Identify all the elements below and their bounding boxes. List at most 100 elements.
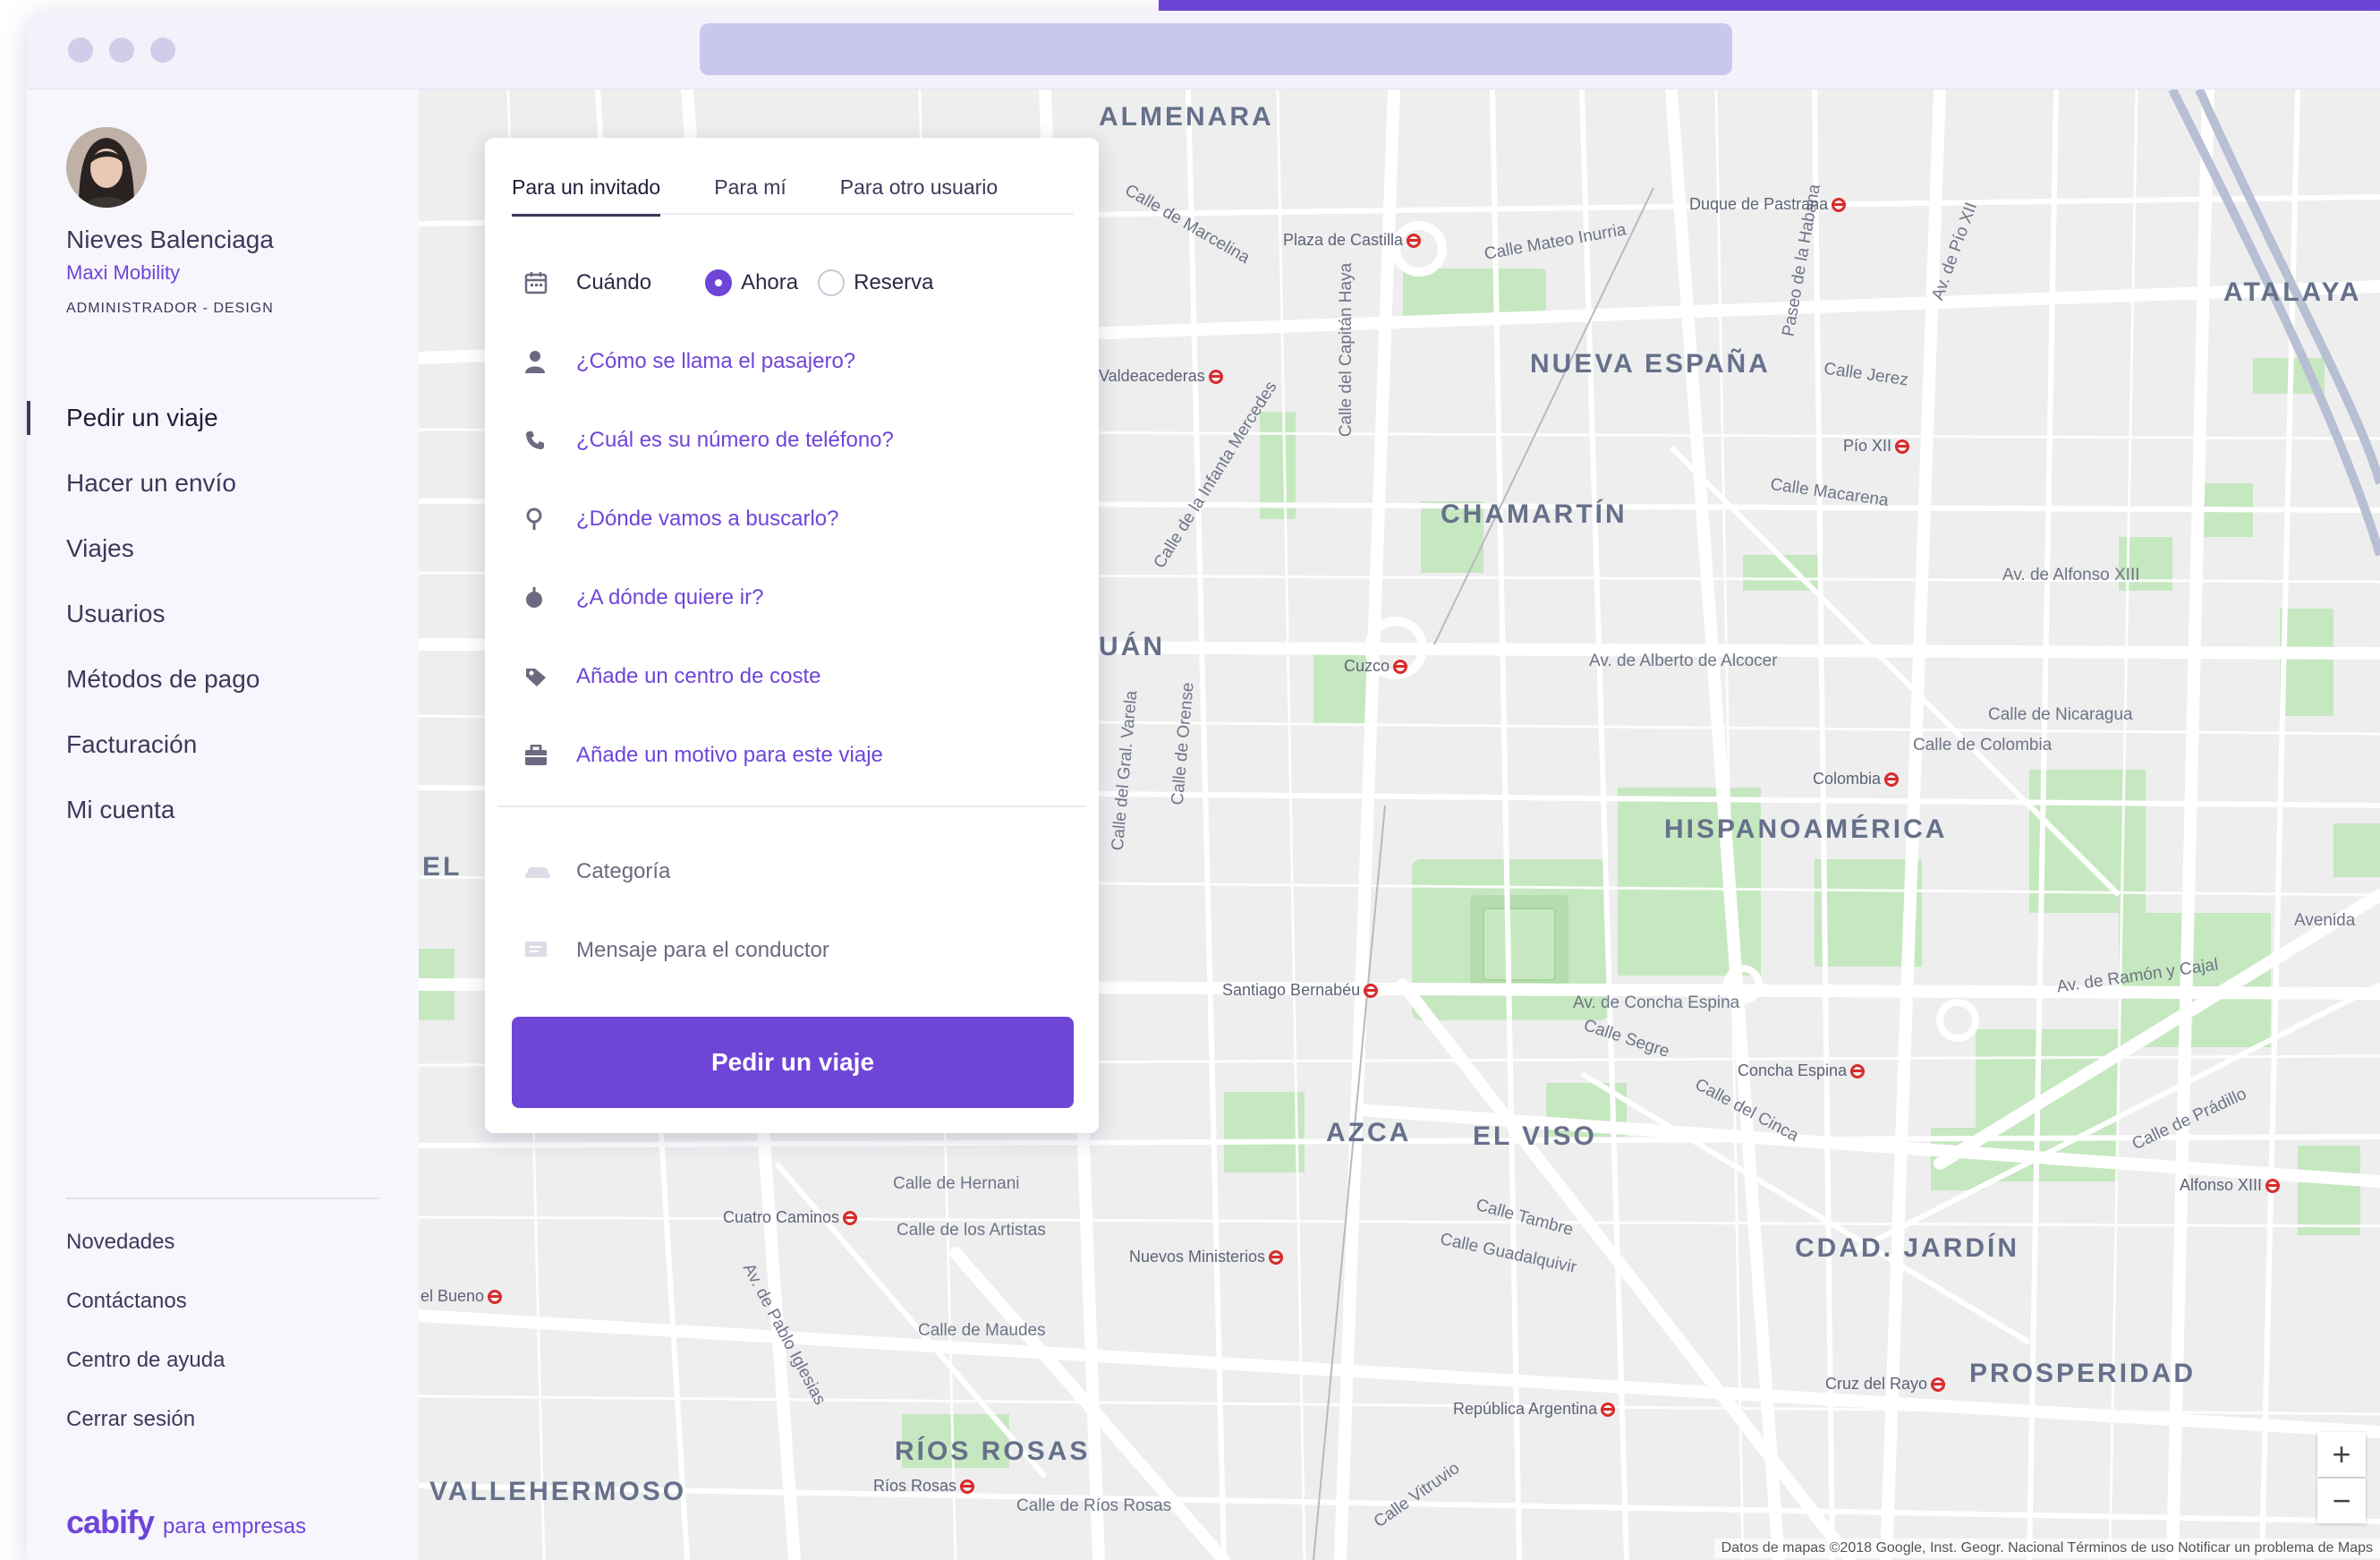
user-company: Maxi Mobility xyxy=(66,261,181,284)
phone-row[interactable]: ¿Cuál es su número de teléfono? xyxy=(512,413,1074,467)
passenger-name-field[interactable]: ¿Cómo se llama el pasajero? xyxy=(576,349,855,374)
metro-icon xyxy=(1269,1249,1284,1265)
request-ride-button[interactable]: Pedir un viaje xyxy=(512,1017,1074,1108)
user-name: Nieves Balenciaga xyxy=(66,226,274,253)
metro-station-cuatro-caminos[interactable]: Cuatro Caminos xyxy=(723,1208,858,1227)
sidebar-item-mi-cuenta[interactable]: Mi cuenta xyxy=(27,777,419,842)
driver-message-row[interactable]: Mensaje para el conductor xyxy=(512,924,1074,977)
metro-station-colombia[interactable]: Colombia xyxy=(1813,770,1900,789)
metro-station-santiago-bernabeu[interactable]: Santiago Bernabéu xyxy=(1222,981,1379,1000)
metro-station-alfonso-xiii[interactable]: Alfonso XIII xyxy=(2180,1176,2281,1195)
metro-station-label: Alfonso XIII xyxy=(2180,1176,2263,1194)
metro-icon xyxy=(1895,439,1910,454)
briefcase-icon xyxy=(512,745,576,766)
metro-icon xyxy=(1601,1402,1616,1417)
metro-station-cuzco[interactable]: Cuzco xyxy=(1344,657,1408,676)
driver-message-field[interactable]: Mensaje para el conductor xyxy=(576,938,829,963)
map-district-label: NUEVA ESPAÑA xyxy=(1530,349,1771,379)
sidebar-item-facturacion[interactable]: Facturación xyxy=(27,712,419,777)
map-district-label: CDAD. JARDÍN xyxy=(1795,1233,2020,1263)
when-row: Cuándo Ahora Reserva xyxy=(512,256,1074,310)
radio-ahora-label: Ahora xyxy=(741,270,799,294)
tab-para-un-invitado[interactable]: Para un invitado xyxy=(512,165,661,217)
footer-item-cerrar-sesion[interactable]: Cerrar sesión xyxy=(66,1390,225,1449)
avatar[interactable] xyxy=(66,127,147,208)
trip-reason-row[interactable]: Añade un motivo para este viaje xyxy=(512,729,1074,782)
window-minimize-dot[interactable] xyxy=(109,38,134,63)
person-icon xyxy=(512,350,576,373)
metro-station-el-bueno[interactable]: el Bueno xyxy=(421,1287,503,1306)
radio-ahora[interactable]: Ahora xyxy=(705,269,798,296)
destination-field[interactable]: ¿A dónde quiere ir? xyxy=(576,585,763,610)
metro-station-label: Duque de Pastrana xyxy=(1689,195,1829,213)
radio-ahora-circle[interactable] xyxy=(705,269,733,296)
category-field[interactable]: Categoría xyxy=(576,859,670,884)
metro-station-label: Cruz del Rayo xyxy=(1825,1375,1928,1393)
browser-titlebar xyxy=(27,11,2380,90)
metro-station-label: Concha Espina xyxy=(1738,1061,1848,1079)
sidebar-item-metodos-pago[interactable]: Métodos de pago xyxy=(27,646,419,712)
metro-station-label: Santiago Bernabéu xyxy=(1222,981,1361,999)
tab-para-otro-usuario[interactable]: Para otro usuario xyxy=(840,165,998,215)
radio-reserva-circle[interactable] xyxy=(818,269,846,296)
radio-reserva[interactable]: Reserva xyxy=(818,269,934,296)
map-street-label: Av. de Alfonso XIII xyxy=(2002,566,2140,584)
tab-para-mi[interactable]: Para mí xyxy=(714,165,786,215)
tag-icon xyxy=(512,666,576,687)
sidebar-item-viajes[interactable]: Viajes xyxy=(27,516,419,581)
brand-logo[interactable]: cabify para empresas xyxy=(66,1504,306,1541)
metro-station-cruz-del-rayo[interactable]: Cruz del Rayo xyxy=(1825,1375,1946,1394)
window-close-dot[interactable] xyxy=(68,38,93,63)
map-district-label: EL VISO xyxy=(1473,1121,1597,1151)
phone-field[interactable]: ¿Cuál es su número de teléfono? xyxy=(576,428,894,453)
user-role: ADMINISTRADOR - DESIGN xyxy=(66,301,274,316)
map-street-label: Calle de Ríos Rosas xyxy=(1016,1496,1172,1515)
metro-icon xyxy=(488,1289,503,1304)
metro-icon xyxy=(2265,1178,2281,1193)
metro-station-nuevos-ministerios[interactable]: Nuevos Ministerios xyxy=(1129,1248,1284,1266)
sidebar-item-hacer-envio[interactable]: Hacer un envío xyxy=(27,450,419,516)
address-bar[interactable] xyxy=(700,23,1732,75)
map-district-label: ALMENARA xyxy=(1099,102,1274,132)
location-pin-icon xyxy=(512,507,576,531)
map-street-label: Calle de Colombia xyxy=(1913,736,2053,754)
map-street-label: Calle de Nicaragua xyxy=(1988,705,2133,724)
zoom-in-button[interactable]: + xyxy=(2317,1432,2366,1477)
map-street-label: Calle de Hernani xyxy=(893,1174,1020,1193)
metro-station-pio-xii[interactable]: Pío XII xyxy=(1843,437,1910,456)
map-district-label: EL xyxy=(422,852,463,882)
map-attribution[interactable]: Datos de mapas ©2018 Google, Inst. Geogr… xyxy=(1713,1539,2380,1558)
passenger-name-row[interactable]: ¿Cómo se llama el pasajero? xyxy=(512,335,1074,388)
metro-station-label: Valdeacederas xyxy=(1099,367,1205,385)
map-street-label: Calle del Capitán Haya xyxy=(1337,262,1356,438)
map-district-label: HISPANOAMÉRICA xyxy=(1664,814,1948,844)
phone-icon xyxy=(512,430,576,451)
sidebar-item-usuarios[interactable]: Usuarios xyxy=(27,581,419,646)
footer-item-centro-ayuda[interactable]: Centro de ayuda xyxy=(66,1331,225,1390)
browser-window: Nieves Balenciaga Maxi Mobility ADMINIST… xyxy=(27,11,2380,1560)
pickup-row[interactable]: ¿Dónde vamos a buscarlo? xyxy=(512,492,1074,546)
footer-item-novedades[interactable]: Novedades xyxy=(66,1213,225,1272)
metro-station-republica-argentina[interactable]: República Argentina xyxy=(1453,1400,1616,1419)
metro-station-duque-pastrana[interactable]: Duque de Pastrana xyxy=(1689,195,1847,214)
destination-row[interactable]: ¿A dónde quiere ir? xyxy=(512,571,1074,625)
zoom-out-button[interactable]: − xyxy=(2317,1479,2366,1523)
brand-logo-wordmark: cabify xyxy=(66,1504,155,1540)
window-maximize-dot[interactable] xyxy=(150,38,175,63)
metro-station-label: Colombia xyxy=(1813,770,1882,788)
metro-station-label: Nuevos Ministerios xyxy=(1129,1248,1266,1266)
pickup-field[interactable]: ¿Dónde vamos a buscarlo? xyxy=(576,507,838,532)
metro-station-plaza-castilla[interactable]: Plaza de Castilla xyxy=(1283,231,1422,250)
cost-center-field[interactable]: Añade un centro de coste xyxy=(576,664,821,689)
metro-icon xyxy=(1884,771,1900,787)
metro-station-concha-espina[interactable]: Concha Espina xyxy=(1738,1061,1866,1080)
cost-center-row[interactable]: Añade un centro de coste xyxy=(512,650,1074,703)
category-row[interactable]: Categoría xyxy=(512,845,1074,899)
sidebar-item-pedir-viaje[interactable]: Pedir un viaje xyxy=(27,385,419,450)
footer-item-contactanos[interactable]: Contáctanos xyxy=(66,1272,225,1331)
trip-reason-field[interactable]: Añade un motivo para este viaje xyxy=(576,743,883,768)
map-district-label: PROSPERIDAD xyxy=(1969,1359,2197,1388)
metro-station-rios-rosas[interactable]: Ríos Rosas xyxy=(873,1477,975,1496)
metro-station-valdeacederas[interactable]: Valdeacederas xyxy=(1099,367,1223,386)
metro-icon xyxy=(1832,197,1847,212)
